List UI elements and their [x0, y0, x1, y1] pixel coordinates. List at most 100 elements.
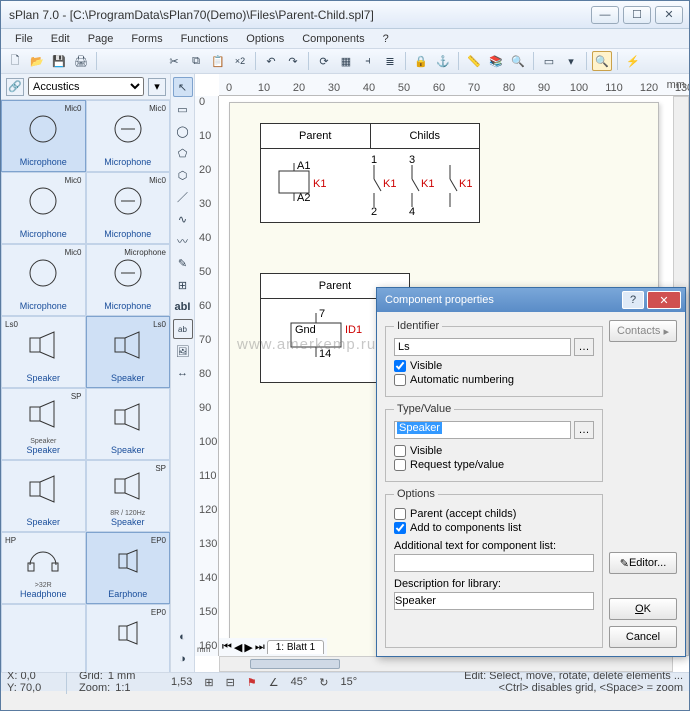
identifier-browse-button[interactable]: … — [574, 338, 594, 356]
component-cell[interactable]: Ls0Speaker — [86, 316, 171, 388]
rotate-icon[interactable]: ↻ — [319, 676, 328, 689]
dimension-tool-icon[interactable]: ↔ — [173, 363, 193, 383]
component-cell[interactable]: Mic0Microphone — [86, 172, 171, 244]
component-cell[interactable]: Mic0Microphone — [86, 100, 171, 172]
line-tool-icon[interactable]: ／ — [173, 187, 193, 207]
layers-icon[interactable]: ≣ — [380, 51, 400, 71]
tab-nav-first-icon[interactable]: ⏮ — [222, 641, 232, 654]
zoom-icon[interactable]: 🔍 — [592, 51, 612, 71]
page-dd-icon[interactable]: ▾ — [561, 51, 581, 71]
close-button[interactable]: ✕ — [655, 6, 683, 24]
dialog-help-button[interactable]: ? — [622, 291, 644, 309]
new-icon[interactable]: 🗋 — [5, 51, 25, 71]
menu-page[interactable]: Page — [80, 31, 122, 47]
editor-button[interactable]: ✎ Editor... — [609, 552, 677, 574]
component-cell[interactable]: Speaker — [1, 460, 86, 532]
component-cell[interactable]: SPSpeakerSpeaker — [1, 388, 86, 460]
curve-tool-icon[interactable]: ∿ — [173, 209, 193, 229]
grid-icon[interactable]: ▦ — [336, 51, 356, 71]
text-tool-icon[interactable]: abI — [173, 297, 193, 317]
component-cell[interactable] — [1, 604, 86, 672]
add-to-list-checkbox[interactable]: Add to components list — [394, 522, 594, 534]
lightning-icon[interactable]: ⚡ — [623, 51, 643, 71]
menu-forms[interactable]: Forms — [123, 31, 170, 47]
poly-tool-icon[interactable]: ⬡ — [173, 165, 193, 185]
snap2-icon[interactable]: ⊟ — [226, 676, 235, 689]
cancel-button[interactable]: Cancel — [609, 626, 677, 648]
component-cell[interactable]: EP0 — [86, 604, 171, 672]
undo-icon[interactable]: ↶ — [261, 51, 281, 71]
page-tab[interactable]: 1: Blatt 1 — [267, 640, 324, 654]
cut-icon[interactable]: ✂ — [164, 51, 184, 71]
print-icon[interactable]: 🖨 — [71, 51, 91, 71]
component-cell[interactable]: HP>32RHeadphone — [1, 532, 86, 604]
dup-icon[interactable]: ×2 — [230, 51, 250, 71]
request-type-checkbox[interactable]: Request type/value — [394, 459, 594, 471]
refresh-icon[interactable]: ⟳ — [314, 51, 334, 71]
rect-tool-icon[interactable]: ▭ — [173, 99, 193, 119]
redo-icon[interactable]: ↷ — [283, 51, 303, 71]
save-icon[interactable]: 💾 — [49, 51, 69, 71]
node-tool-icon[interactable]: ⊞ — [173, 275, 193, 295]
freehand-tool-icon[interactable]: ✎ — [173, 253, 193, 273]
svg-text:A1: A1 — [297, 160, 310, 172]
menu-file[interactable]: File — [7, 31, 41, 47]
menu-?[interactable]: ? — [375, 31, 397, 47]
image-tool-icon[interactable]: 🖼 — [173, 341, 193, 361]
visible-type-checkbox[interactable]: Visible — [394, 445, 594, 457]
lock-icon[interactable]: 🔒 — [411, 51, 431, 71]
addtext-input[interactable] — [394, 554, 594, 572]
circle-tool-icon[interactable]: ◯ — [173, 121, 193, 141]
component-cell[interactable]: Mic0Microphone — [1, 244, 86, 316]
maximize-button[interactable]: ☐ — [623, 6, 651, 24]
align-icon[interactable]: ⫞ — [358, 51, 378, 71]
flag-icon[interactable]: ⚑ — [247, 676, 257, 689]
component-cell[interactable]: SP8R / 120HzSpeaker — [86, 460, 171, 532]
type-browse-button[interactable]: … — [574, 421, 594, 439]
component-cell[interactable]: Mic0Microphone — [1, 172, 86, 244]
svg-text:1: 1 — [371, 154, 377, 166]
auto-numbering-checkbox[interactable]: Automatic numbering — [394, 374, 594, 386]
contacts-button[interactable]: Contacts ▸ — [609, 320, 677, 342]
dialog-close-button[interactable]: ✕ — [647, 291, 681, 309]
desc-input[interactable] — [394, 592, 594, 610]
open-icon[interactable]: 📂 — [27, 51, 47, 71]
component-cell[interactable]: Mic0Microphone — [1, 100, 86, 172]
menu-components[interactable]: Components — [294, 31, 372, 47]
paste-icon[interactable]: 📋 — [208, 51, 228, 71]
bezier-tool-icon[interactable]: 〰 — [173, 231, 193, 251]
toggle2-icon[interactable]: ◑ — [173, 649, 193, 669]
lib-link-button[interactable]: 🔗 — [6, 78, 24, 96]
menu-edit[interactable]: Edit — [43, 31, 78, 47]
menubar: FileEditPageFormsFunctionsOptionsCompone… — [1, 29, 689, 49]
ok-button[interactable]: OOKK — [609, 598, 677, 620]
parent-checkbox[interactable]: Parent (accept childs) — [394, 508, 594, 520]
anchor-icon[interactable]: ⚓ — [433, 51, 453, 71]
find-icon[interactable]: 🔍 — [508, 51, 528, 71]
identifier-input[interactable] — [394, 338, 571, 356]
copy-icon[interactable]: ⧉ — [186, 51, 206, 71]
tab-nav-prev-icon[interactable]: ◀ — [234, 641, 242, 654]
component-cell[interactable]: EP0Earphone — [86, 532, 171, 604]
component-cell[interactable]: MicrophoneMicrophone — [86, 244, 171, 316]
tab-nav-last-icon[interactable]: ⏭ — [255, 641, 265, 654]
menu-functions[interactable]: Functions — [173, 31, 237, 47]
tab-nav-next-icon[interactable]: ▶ — [244, 641, 252, 654]
angle-icon[interactable]: ∠ — [269, 676, 279, 689]
ruler-icon[interactable]: 📏 — [464, 51, 484, 71]
shape-tool-icon[interactable]: ⬠ — [173, 143, 193, 163]
lib-dropdown-button[interactable]: ▾ — [148, 78, 166, 96]
minimize-button[interactable]: — — [591, 6, 619, 24]
pointer-tool-icon[interactable]: ↖ — [173, 77, 193, 97]
h-scrollbar[interactable] — [219, 656, 673, 672]
library-select[interactable]: Accustics — [28, 77, 144, 96]
component-cell[interactable]: Speaker — [86, 388, 171, 460]
snap1-icon[interactable]: ⊞ — [204, 676, 213, 689]
library-icon[interactable]: 📚 — [486, 51, 506, 71]
toggle1-icon[interactable]: ◐ — [173, 627, 193, 647]
page-icon[interactable]: ▭ — [539, 51, 559, 71]
textbox-tool-icon[interactable]: ab — [173, 319, 193, 339]
component-cell[interactable]: Ls0Speaker — [1, 316, 86, 388]
visible-identifier-checkbox[interactable]: Visible — [394, 360, 594, 372]
menu-options[interactable]: Options — [238, 31, 292, 47]
